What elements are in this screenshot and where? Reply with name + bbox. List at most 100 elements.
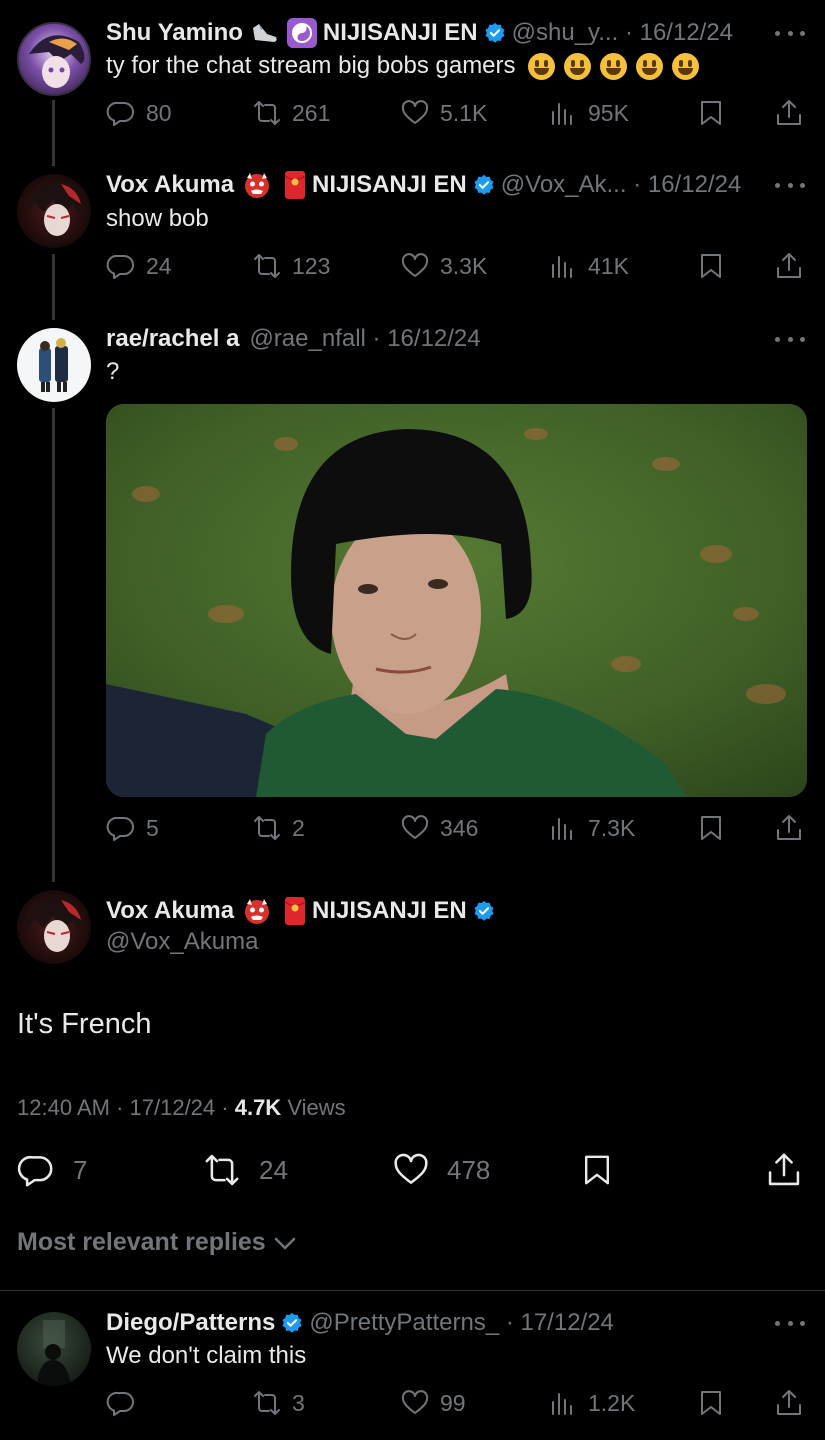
post-date[interactable]: 16/12/24 [387,325,480,353]
separator-dot: · [109,1095,130,1120]
repost-icon [254,1391,280,1415]
display-name[interactable]: Shu Yamino [106,19,243,47]
views-count: 95K [588,99,629,126]
separator-dot: · [215,1095,235,1120]
bookmark-button[interactable] [579,1150,615,1190]
post-actions: 80 261 5.1K 95K [106,93,806,133]
post-date[interactable]: 17/12/24 [520,1309,613,1337]
thread-line [52,254,55,320]
post-header: Vox Akuma NIJISANJI EN @Vox_Ak... · 16/1… [106,168,741,202]
post-actions: 5 2 346 7.3K [106,808,806,848]
grinning-face-emoji-icon [527,53,555,81]
reply-button[interactable] [106,1383,136,1423]
display-name[interactable]: Vox Akuma [106,897,234,925]
views-count: 1.2K [588,1389,636,1416]
more-options-icon[interactable] [775,1318,805,1328]
repost-count: 2 [292,814,305,841]
repost-button[interactable]: 261 [252,93,330,133]
post-time[interactable]: 12:40 AM [17,1095,110,1120]
bookmark-button[interactable] [696,93,726,133]
bookmark-button[interactable] [696,1383,726,1423]
like-count: 346 [440,814,479,841]
repost-button[interactable]: 24 [201,1150,288,1190]
repost-icon [254,254,280,278]
views-total: 4.7K [234,1095,282,1120]
separator-dot: · [626,171,648,198]
views-button[interactable]: 41K [548,246,629,286]
views-button[interactable]: 1.2K [548,1383,635,1423]
share-button[interactable] [765,1150,803,1190]
more-options-icon[interactable] [775,334,805,344]
views-label: Views [287,1095,346,1120]
post-header: Shu Yamino NIJISANJI EN @shu_y... · 16/1… [106,16,733,50]
views-button[interactable]: 95K [548,93,629,133]
grinning-face-emoji-icon [563,53,591,81]
affiliation: NIJISANJI EN [322,19,478,46]
reply-button[interactable]: 7 [17,1150,87,1190]
share-button[interactable] [774,808,804,848]
reply-button[interactable]: 80 [106,93,172,133]
like-button[interactable]: 3.3K [400,246,487,286]
post-meta: 12:40 AM · 17/12/24 · 4.7K Views [17,1095,346,1121]
repost-icon [205,1154,239,1186]
avatar[interactable] [17,1312,91,1386]
repost-button[interactable]: 2 [252,808,305,848]
bookmark-button[interactable] [696,808,726,848]
views-count: 7.3K [588,814,636,841]
verified-badge-icon [281,1312,303,1334]
ogre-emoji-icon [242,170,272,200]
handle[interactable]: @Vox_Ak... [501,171,627,199]
views-button[interactable]: 7.3K [548,808,635,848]
reply-button[interactable]: 24 [106,246,172,286]
share-button[interactable] [774,246,804,286]
post-date[interactable]: 16/12/24 [640,19,733,47]
handle[interactable]: @Vox_Akuma [106,928,258,956]
post-text-content: ty for the chat stream big bobs gamers [106,52,516,79]
views-chart-icon [552,256,572,278]
separator-dot: · [499,1309,521,1336]
post-date[interactable]: 16/12/24 [648,171,741,199]
post-header: Diego/Patterns @PrettyPatterns_ · 17/12/… [106,1306,614,1340]
views-chart-icon [552,818,572,840]
display-name[interactable]: Diego/Patterns [106,1309,275,1337]
handle[interactable]: @rae_nfall [249,325,365,353]
share-icon [777,1390,801,1415]
avatar[interactable] [17,22,91,96]
repost-count: 24 [259,1154,288,1185]
display-name[interactable]: Vox Akuma [106,171,234,199]
yin-yang-emoji-icon [286,18,317,48]
repost-button[interactable]: 3 [252,1383,305,1423]
post-actions: 3 99 1.2K [106,1383,806,1423]
like-count: 99 [440,1389,466,1416]
main-post-actions: 7 24 478 [17,1150,807,1192]
avatar[interactable] [17,328,91,402]
like-button[interactable]: 5.1K [400,93,487,133]
views-count: 41K [588,252,629,279]
handle[interactable]: @shu_y... [512,19,619,47]
like-button[interactable]: 346 [400,808,478,848]
share-icon [768,1153,800,1186]
heart-icon [401,1390,429,1414]
display-name[interactable]: rae/rachel a [106,325,239,353]
replies-filter-dropdown[interactable]: Most relevant replies [17,1228,298,1257]
more-options-icon[interactable] [775,28,805,38]
like-button[interactable]: 478 [391,1150,490,1190]
reply-button[interactable]: 5 [106,808,159,848]
repost-count: 3 [292,1389,305,1416]
more-options-icon[interactable] [775,180,805,190]
affiliation: NIJISANJI EN [312,171,467,198]
share-button[interactable] [774,1383,804,1423]
replies-filter-label: Most relevant replies [17,1228,266,1256]
post-date[interactable]: 17/12/24 [130,1095,216,1120]
bookmark-button[interactable] [696,246,726,286]
bookmark-icon [701,254,721,278]
like-button[interactable]: 99 [400,1383,466,1423]
post-media-photo[interactable] [106,404,807,797]
avatar[interactable] [17,174,91,248]
repost-count: 123 [292,252,331,279]
like-count: 478 [447,1154,491,1185]
handle[interactable]: @PrettyPatterns_ [309,1309,499,1337]
share-button[interactable] [774,93,804,133]
repost-button[interactable]: 123 [252,246,330,286]
avatar[interactable] [17,890,91,964]
